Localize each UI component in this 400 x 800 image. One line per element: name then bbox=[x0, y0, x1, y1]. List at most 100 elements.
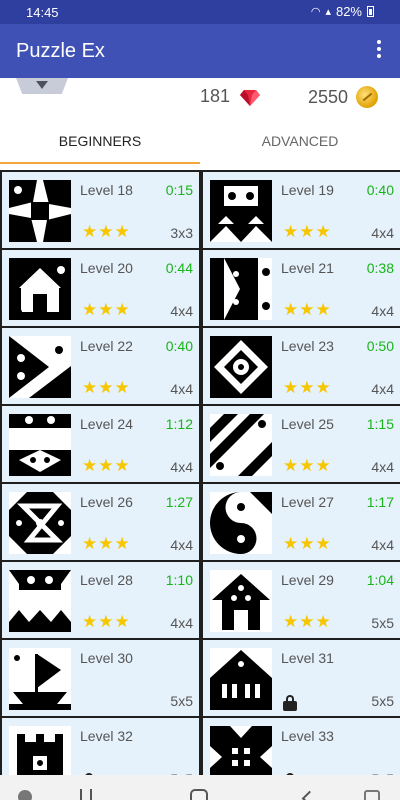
star-rating: ★★★ bbox=[283, 456, 332, 475]
tab-beginners[interactable]: BEGINNERS bbox=[0, 118, 200, 164]
level-name: Level 23 bbox=[281, 338, 334, 354]
star-rating: ★★★ bbox=[82, 456, 131, 475]
level-name: Level 32 bbox=[80, 728, 133, 744]
puzzle-thumbnail-icon bbox=[210, 414, 272, 476]
star-rating: ★★★ bbox=[283, 300, 332, 319]
app-title: Puzzle Ex bbox=[16, 40, 105, 62]
level-name: Level 31 bbox=[281, 650, 334, 666]
best-time: 0:40 bbox=[165, 338, 193, 354]
level-card[interactable]: Level 325x5 bbox=[2, 718, 199, 775]
level-name: Level 18 bbox=[80, 182, 133, 198]
status-bar: 14:45 ◠ ▴ 82% bbox=[0, 0, 400, 24]
star-rating: ★★★ bbox=[283, 378, 332, 397]
grid-size: 4x4 bbox=[371, 537, 394, 553]
best-time: 0:50 bbox=[366, 338, 394, 354]
level-name: Level 20 bbox=[80, 260, 133, 276]
star-rating: ★★★ bbox=[283, 534, 332, 553]
level-card[interactable]: Level 29 1:04 ★★★ 5x5 bbox=[203, 562, 400, 638]
star-rating: ★★★ bbox=[82, 300, 131, 319]
grid-size: 4x4 bbox=[170, 303, 193, 319]
puzzle-thumbnail-icon bbox=[9, 414, 71, 476]
star-rating: ★★★ bbox=[283, 222, 332, 241]
level-name: Level 24 bbox=[80, 416, 133, 432]
battery-icon bbox=[367, 6, 374, 17]
screenshot-icon[interactable] bbox=[364, 790, 380, 800]
grid-size: 3x3 bbox=[170, 225, 193, 241]
grid-size: 4x4 bbox=[371, 459, 394, 475]
puzzle-thumbnail-icon bbox=[9, 648, 71, 710]
level-card[interactable]: Level 20 0:44 ★★★ 4x4 bbox=[2, 250, 199, 326]
level-card[interactable]: Level 19 0:40 ★★★ 4x4 bbox=[203, 172, 400, 248]
level-name: Level 19 bbox=[281, 182, 334, 198]
puzzle-thumbnail-icon bbox=[210, 726, 272, 775]
level-name: Level 30 bbox=[80, 650, 133, 666]
level-card[interactable]: Level 21 0:38 ★★★ 4x4 bbox=[203, 250, 400, 326]
status-time: 14:45 bbox=[26, 5, 59, 20]
puzzle-thumbnail-icon bbox=[210, 180, 272, 242]
coins-counter: 2550 bbox=[308, 86, 379, 108]
best-time: 1:12 bbox=[165, 416, 193, 432]
best-time: 0:44 bbox=[165, 260, 193, 276]
back-button[interactable] bbox=[301, 790, 318, 800]
grid-size: 4x4 bbox=[170, 381, 193, 397]
level-card[interactable]: Level 27 1:17 ★★★ 4x4 bbox=[203, 484, 400, 560]
level-name: Level 22 bbox=[80, 338, 133, 354]
coins-value: 2550 bbox=[308, 86, 349, 107]
wifi-icon: ◠ bbox=[310, 6, 321, 18]
status-icons: ◠ ▴ 82% bbox=[311, 4, 374, 19]
level-name: Level 25 bbox=[281, 416, 334, 432]
level-card[interactable]: Level 30 5x5 bbox=[2, 640, 199, 716]
grid-size: 4x4 bbox=[170, 615, 193, 631]
grid-size: 4x4 bbox=[170, 459, 193, 475]
home-button[interactable] bbox=[190, 789, 208, 800]
level-name: Level 21 bbox=[281, 260, 334, 276]
signal-icon: ▴ bbox=[325, 6, 331, 18]
level-card[interactable]: Level 18 0:15 ★★★ 3x3 bbox=[2, 172, 199, 248]
level-card[interactable]: Level 23 0:50 ★★★ 4x4 bbox=[203, 328, 400, 404]
puzzle-thumbnail-icon bbox=[9, 336, 71, 398]
level-card[interactable]: Level 335x5 bbox=[203, 718, 400, 775]
puzzle-thumbnail-icon bbox=[9, 258, 71, 320]
coin-icon bbox=[356, 86, 379, 108]
grid-size: 5x5 bbox=[170, 693, 193, 709]
best-time: 1:15 bbox=[366, 416, 394, 432]
best-time: 1:27 bbox=[165, 494, 193, 510]
level-card[interactable]: Level 22 0:40 ★★★ 4x4 bbox=[2, 328, 199, 404]
level-name: Level 28 bbox=[80, 572, 133, 588]
level-card[interactable]: Level 24 1:12 ★★★ 4x4 bbox=[2, 406, 199, 482]
level-tabs: BEGINNERS ADVANCED bbox=[0, 118, 400, 164]
star-rating: ★★★ bbox=[283, 612, 332, 631]
grid-size: 4x4 bbox=[170, 537, 193, 553]
grid-size: 4x4 bbox=[371, 225, 394, 241]
grid-size: 4x4 bbox=[371, 381, 394, 397]
grid-size: 4x4 bbox=[371, 303, 394, 319]
star-rating: ★★★ bbox=[82, 378, 131, 397]
puzzle-thumbnail-icon bbox=[9, 180, 71, 242]
lock-icon bbox=[283, 695, 297, 711]
best-time: 1:17 bbox=[366, 494, 394, 510]
assistant-icon[interactable] bbox=[18, 790, 32, 800]
best-time: 1:10 bbox=[165, 572, 193, 588]
level-name: Level 29 bbox=[281, 572, 334, 588]
best-time: 1:04 bbox=[366, 572, 394, 588]
puzzle-thumbnail-icon bbox=[210, 492, 272, 554]
puzzle-thumbnail-icon bbox=[9, 492, 71, 554]
puzzle-thumbnail-icon bbox=[9, 726, 71, 775]
ruby-icon bbox=[240, 89, 261, 106]
puzzle-thumbnail-icon bbox=[210, 570, 272, 632]
level-name: Level 33 bbox=[281, 728, 334, 744]
level-name: Level 27 bbox=[281, 494, 334, 510]
overflow-menu-icon[interactable] bbox=[374, 40, 384, 62]
gems-value: 181 bbox=[200, 86, 231, 106]
level-card[interactable]: Level 28 1:10 ★★★ 4x4 bbox=[2, 562, 199, 638]
level-grid: Level 18 0:15 ★★★ 3x3 Level 19 0:40 ★★★ 4x4 Leve… bbox=[0, 170, 400, 775]
app-bar: Puzzle Ex bbox=[0, 24, 400, 78]
gems-counter: 181 bbox=[200, 86, 261, 107]
star-rating: ★★★ bbox=[82, 534, 131, 553]
level-card[interactable]: Level 26 1:27 ★★★ 4x4 bbox=[2, 484, 199, 560]
recent-apps-button[interactable] bbox=[80, 789, 92, 800]
level-card[interactable]: Level 31 5x5 bbox=[203, 640, 400, 716]
level-card[interactable]: Level 25 1:15 ★★★ 4x4 bbox=[203, 406, 400, 482]
puzzle-thumbnail-icon bbox=[210, 336, 272, 398]
tab-advanced[interactable]: ADVANCED bbox=[200, 118, 400, 164]
